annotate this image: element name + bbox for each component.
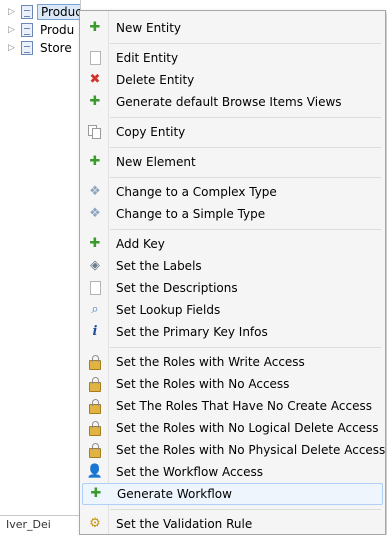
menu-item-label: Change to a Simple Type bbox=[116, 207, 266, 221]
user-icon: 👤 bbox=[86, 464, 104, 479]
menu-item-workflow-access[interactable]: 👤 Set the Workflow Access bbox=[82, 461, 383, 483]
delete-icon: ✖ bbox=[89, 72, 101, 87]
menu-item-roles-write[interactable]: Set the Roles with Write Access bbox=[82, 351, 383, 373]
tree-item-label: Produ bbox=[40, 22, 75, 37]
complex-type-icon: ❖ bbox=[89, 184, 101, 199]
menu-item-label: Set the Primary Key Infos bbox=[116, 325, 268, 339]
menu-item-new-entity[interactable]: ✚ New Entity bbox=[82, 17, 383, 39]
tag-icon: ◈ bbox=[90, 258, 100, 273]
expand-arrow-icon[interactable]: ▷ bbox=[8, 43, 17, 53]
menu-item-delete-entity[interactable]: ✖ Delete Entity bbox=[82, 69, 383, 91]
add-icon: ✚ bbox=[89, 94, 101, 109]
validation-rule-icon: ⚙ bbox=[89, 516, 101, 531]
menu-item-label: Edit Entity bbox=[116, 51, 179, 65]
menu-item-label: Generate Workflow bbox=[117, 487, 232, 501]
entity-tree: ▷ Product ▷ Produ ▷ Store bbox=[0, 0, 81, 516]
menu-item-label: Set The Roles That Have No Create Access bbox=[116, 399, 372, 413]
menu-item-roles-no-logical-delete[interactable]: Set the Roles with No Logical Delete Acc… bbox=[82, 417, 383, 439]
page-icon bbox=[87, 50, 103, 66]
tree-item-label: Product bbox=[37, 3, 80, 20]
menu-item-label: New Element bbox=[116, 155, 196, 169]
menu-item-roles-no-physical-delete[interactable]: Set the Roles with No Physical Delete Ac… bbox=[82, 439, 386, 461]
tree-item-label: Store bbox=[40, 40, 72, 55]
add-icon: ✚ bbox=[90, 486, 102, 501]
lock-icon bbox=[87, 354, 103, 370]
menu-item-label: Set the Workflow Access bbox=[116, 465, 264, 479]
menu-item-set-pk-infos[interactable]: i Set the Primary Key Infos bbox=[82, 321, 383, 343]
expand-arrow-icon[interactable]: ▷ bbox=[8, 25, 17, 35]
copy-icon bbox=[87, 124, 103, 140]
lock-icon bbox=[87, 376, 103, 392]
entity-icon bbox=[21, 4, 33, 19]
add-icon: ✚ bbox=[89, 154, 101, 169]
menu-item-label: Set the Roles with No Logical Delete Acc… bbox=[116, 421, 379, 435]
menu-item-generate-workflow[interactable]: ✚ Generate Workflow bbox=[82, 483, 383, 505]
menu-item-change-complex[interactable]: ❖ Change to a Complex Type bbox=[82, 181, 383, 203]
menu-item-roles-no-access[interactable]: Set the Roles with No Access bbox=[82, 373, 383, 395]
menu-separator bbox=[110, 43, 381, 44]
menu-item-generate-views[interactable]: ✚ Generate default Browse Items Views bbox=[82, 91, 383, 113]
tree-item-produ[interactable]: ▷ Produ bbox=[8, 21, 77, 38]
menu-item-label: Copy Entity bbox=[116, 125, 186, 139]
menu-separator bbox=[110, 177, 381, 178]
page-icon bbox=[87, 280, 103, 296]
menu-item-add-key[interactable]: ✚ Add Key bbox=[82, 233, 383, 255]
menu-separator bbox=[110, 147, 381, 148]
tree-item-store[interactable]: ▷ Store bbox=[8, 39, 75, 56]
lock-icon bbox=[87, 442, 103, 458]
menu-item-label: Delete Entity bbox=[116, 73, 195, 87]
menu-item-edit-entity[interactable]: Edit Entity bbox=[82, 47, 383, 69]
menu-item-set-labels[interactable]: ◈ Set the Labels bbox=[82, 255, 383, 277]
menu-item-copy-entity[interactable]: Copy Entity bbox=[82, 121, 383, 143]
menu-item-label: Set the Validation Rule bbox=[116, 517, 253, 531]
expand-arrow-icon[interactable]: ▷ bbox=[8, 7, 17, 17]
menu-item-label: Set Lookup Fields bbox=[116, 303, 221, 317]
context-menu: ✚ New Entity Edit Entity ✖ Delete Entity… bbox=[79, 10, 386, 535]
lock-icon bbox=[87, 398, 103, 414]
info-icon: i bbox=[92, 324, 98, 339]
menu-item-label: Change to a Complex Type bbox=[116, 185, 277, 199]
simple-type-icon: ❖ bbox=[89, 206, 101, 221]
menu-item-label: Set the Labels bbox=[116, 259, 202, 273]
menu-item-label: New Entity bbox=[116, 21, 182, 35]
menu-separator bbox=[110, 509, 381, 510]
menu-item-set-lookup[interactable]: ⌕ Set Lookup Fields bbox=[82, 299, 383, 321]
menu-separator bbox=[110, 117, 381, 118]
menu-item-label: Add Key bbox=[116, 237, 165, 251]
menu-item-set-descriptions[interactable]: Set the Descriptions bbox=[82, 277, 383, 299]
menu-item-label: Set the Roles with No Access bbox=[116, 377, 290, 391]
entity-icon bbox=[21, 40, 33, 55]
menu-item-change-simple[interactable]: ❖ Change to a Simple Type bbox=[82, 203, 383, 225]
menu-item-label: Set the Roles with No Physical Delete Ac… bbox=[116, 443, 386, 457]
menu-item-new-element[interactable]: ✚ New Element bbox=[82, 151, 383, 173]
menu-item-label: Generate default Browse Items Views bbox=[116, 95, 342, 109]
menu-item-roles-no-create[interactable]: Set The Roles That Have No Create Access bbox=[82, 395, 383, 417]
entity-icon bbox=[21, 22, 33, 37]
add-icon: ✚ bbox=[89, 236, 101, 251]
tree-item-product[interactable]: ▷ Product bbox=[8, 3, 80, 20]
menu-item-validation-rule[interactable]: ⚙ Set the Validation Rule bbox=[82, 513, 383, 535]
menu-item-label: Set the Descriptions bbox=[116, 281, 238, 295]
menu-item-label: Set the Roles with Write Access bbox=[116, 355, 305, 369]
menu-separator bbox=[110, 229, 381, 230]
add-icon: ✚ bbox=[89, 20, 101, 35]
lock-icon bbox=[87, 420, 103, 436]
magnifier-icon: ⌕ bbox=[91, 302, 99, 317]
menu-separator bbox=[110, 347, 381, 348]
